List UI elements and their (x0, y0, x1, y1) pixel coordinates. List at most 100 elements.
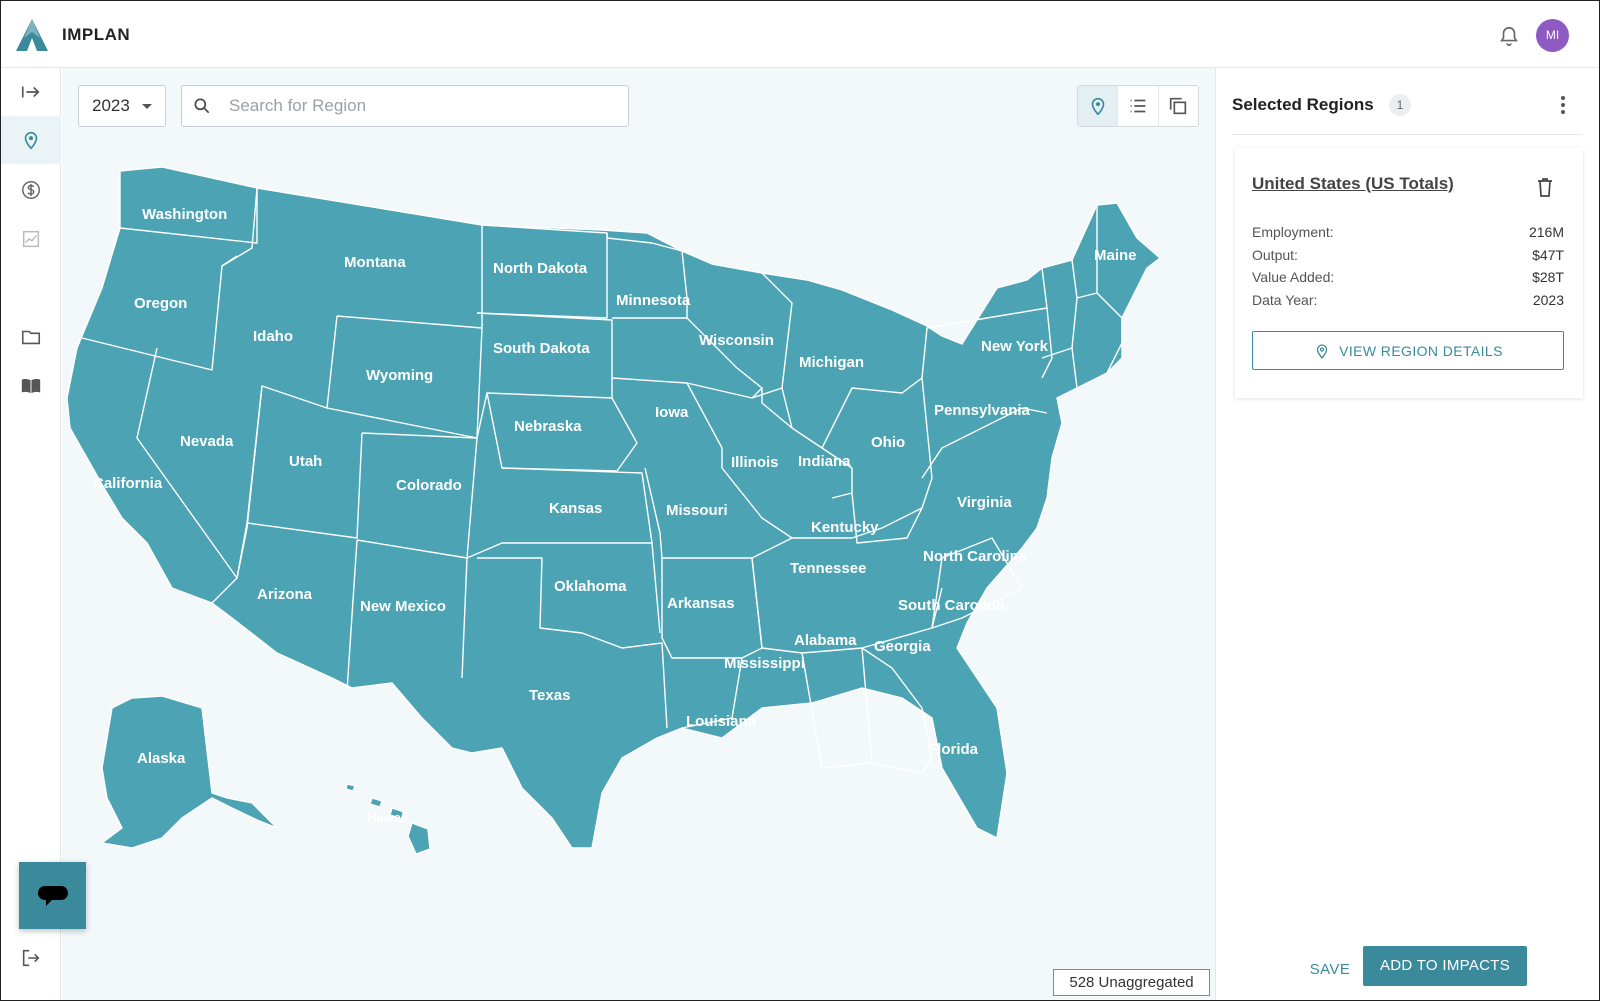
year-value: 2023 (92, 96, 130, 115)
stat-value: $28T (1532, 269, 1564, 285)
list-view-button[interactable] (1118, 86, 1159, 126)
combine-view-button[interactable] (1159, 86, 1198, 126)
state-label: Alaska (137, 750, 186, 767)
state-label: Tennessee (790, 560, 866, 577)
nav-results[interactable] (1, 215, 61, 263)
state-label: Nebraska (514, 418, 582, 435)
panel-title: Selected Regions (1232, 95, 1374, 114)
nav-regions[interactable] (1, 116, 61, 164)
stat-label: Employment: (1252, 224, 1334, 240)
folder-icon (21, 330, 41, 345)
divider (1232, 134, 1582, 135)
stat-data-year: Data Year: 2023 (1252, 292, 1564, 308)
state-label: Oklahoma (554, 578, 627, 595)
copy-icon (1170, 97, 1187, 115)
state-label: Kentucky (811, 519, 879, 536)
list-icon (1130, 99, 1146, 113)
bell-icon[interactable] (1498, 25, 1520, 47)
nav-docs[interactable] (1, 362, 61, 410)
state-label: North Carolina (923, 548, 1028, 565)
state-label: Arizona (257, 586, 313, 603)
state-label: Indiana (798, 453, 851, 470)
chat-button[interactable] (19, 862, 86, 929)
map-view-button[interactable] (1078, 86, 1119, 126)
region-card: United States (US Totals) Employment: 21… (1235, 148, 1583, 398)
logout-button[interactable] (1, 934, 61, 982)
state-label: Michigan (799, 354, 864, 371)
state-label: Missouri (666, 502, 728, 519)
state-label: Maine (1094, 247, 1137, 264)
state-label: Nevada (180, 433, 234, 450)
year-select[interactable]: 2023 (78, 85, 166, 127)
chart-icon (22, 230, 40, 248)
map-pin-icon (1091, 97, 1104, 116)
stat-value: $47T (1532, 247, 1564, 263)
state-label: South Dakota (493, 340, 590, 357)
nav-impacts[interactable] (1, 166, 61, 214)
state-label: Minnesota (616, 292, 691, 309)
state-label: Georgia (874, 638, 931, 655)
stat-label: Output: (1252, 247, 1298, 263)
state-label: Ohio (871, 434, 905, 451)
search-input[interactable] (229, 94, 609, 118)
state-label: Virginia (957, 494, 1012, 511)
region-search[interactable] (181, 85, 629, 127)
top-bar: IMPLAN MI (1, 1, 1599, 68)
view-toggle (1077, 85, 1199, 127)
state-label: Louisiana (686, 713, 757, 730)
save-button[interactable]: SAVE (1302, 958, 1358, 982)
state-label: Montana (344, 254, 406, 271)
state-label: Illinois (731, 454, 779, 471)
chevron-down-icon (142, 104, 152, 109)
state-label: Kansas (549, 500, 602, 517)
user-avatar[interactable]: MI (1536, 19, 1569, 52)
state-label: Pennsylvania (934, 402, 1031, 419)
state-label: Texas (529, 687, 570, 704)
stat-employment: Employment: 216M (1252, 224, 1564, 240)
state-label: Idaho (253, 328, 293, 345)
add-to-impacts-button[interactable]: ADD TO IMPACTS (1363, 946, 1527, 986)
unaggregated-count: 528 Unaggregated (1053, 969, 1210, 996)
map-panel: 2023 Search for Region Washington Oregon… (62, 68, 1215, 1000)
state-label: Washington (142, 206, 227, 223)
state-label: Hawaii (367, 810, 408, 825)
state-label: Arkansas (667, 595, 735, 612)
us-states-map[interactable]: Washington Oregon California Nevada Idah… (62, 148, 1215, 968)
state-shape-alaska (101, 695, 278, 849)
more-options-icon[interactable] (1560, 94, 1566, 116)
dollar-icon (22, 181, 40, 199)
state-label: Colorado (396, 477, 462, 494)
state-label: New York (981, 338, 1049, 355)
selected-regions-panel: Selected Regions 1 United States (US Tot… (1215, 68, 1599, 1000)
state-label: Oregon (134, 295, 187, 312)
stat-label: Data Year: (1252, 292, 1318, 308)
state-label: North Dakota (493, 260, 588, 277)
state-label: Utah (289, 453, 322, 470)
state-label: Alabama (794, 632, 857, 649)
view-region-details-button[interactable]: VIEW REGION DETAILS (1252, 331, 1564, 370)
stat-value: 2023 (1532, 292, 1564, 308)
expand-arrow-icon (21, 86, 40, 98)
selected-count-badge: 1 (1389, 94, 1411, 116)
state-label: California (93, 475, 163, 492)
stat-value-added: Value Added: $28T (1252, 269, 1564, 285)
details-button-label: VIEW REGION DETAILS (1339, 342, 1503, 359)
state-label: Iowa (655, 404, 689, 421)
brand-name: IMPLAN (62, 25, 131, 44)
location-search-icon (1316, 343, 1328, 359)
trash-icon[interactable] (1535, 176, 1555, 198)
expand-nav-button[interactable] (1, 68, 61, 116)
state-label: Wisconsin (699, 332, 774, 349)
left-nav-rail (1, 68, 61, 1000)
state-label: New Mexico (360, 598, 446, 615)
implan-logo[interactable] (15, 18, 49, 52)
stat-output: Output: $47T (1252, 247, 1564, 263)
stat-label: Value Added: (1252, 269, 1335, 285)
book-icon (21, 378, 41, 394)
search-icon (194, 98, 210, 114)
nav-projects[interactable] (1, 313, 61, 361)
state-label: Mississippi (724, 655, 805, 672)
region-name-link[interactable]: United States (US Totals) (1252, 174, 1454, 194)
state-label: Wyoming (366, 367, 433, 384)
logout-icon (22, 949, 40, 967)
